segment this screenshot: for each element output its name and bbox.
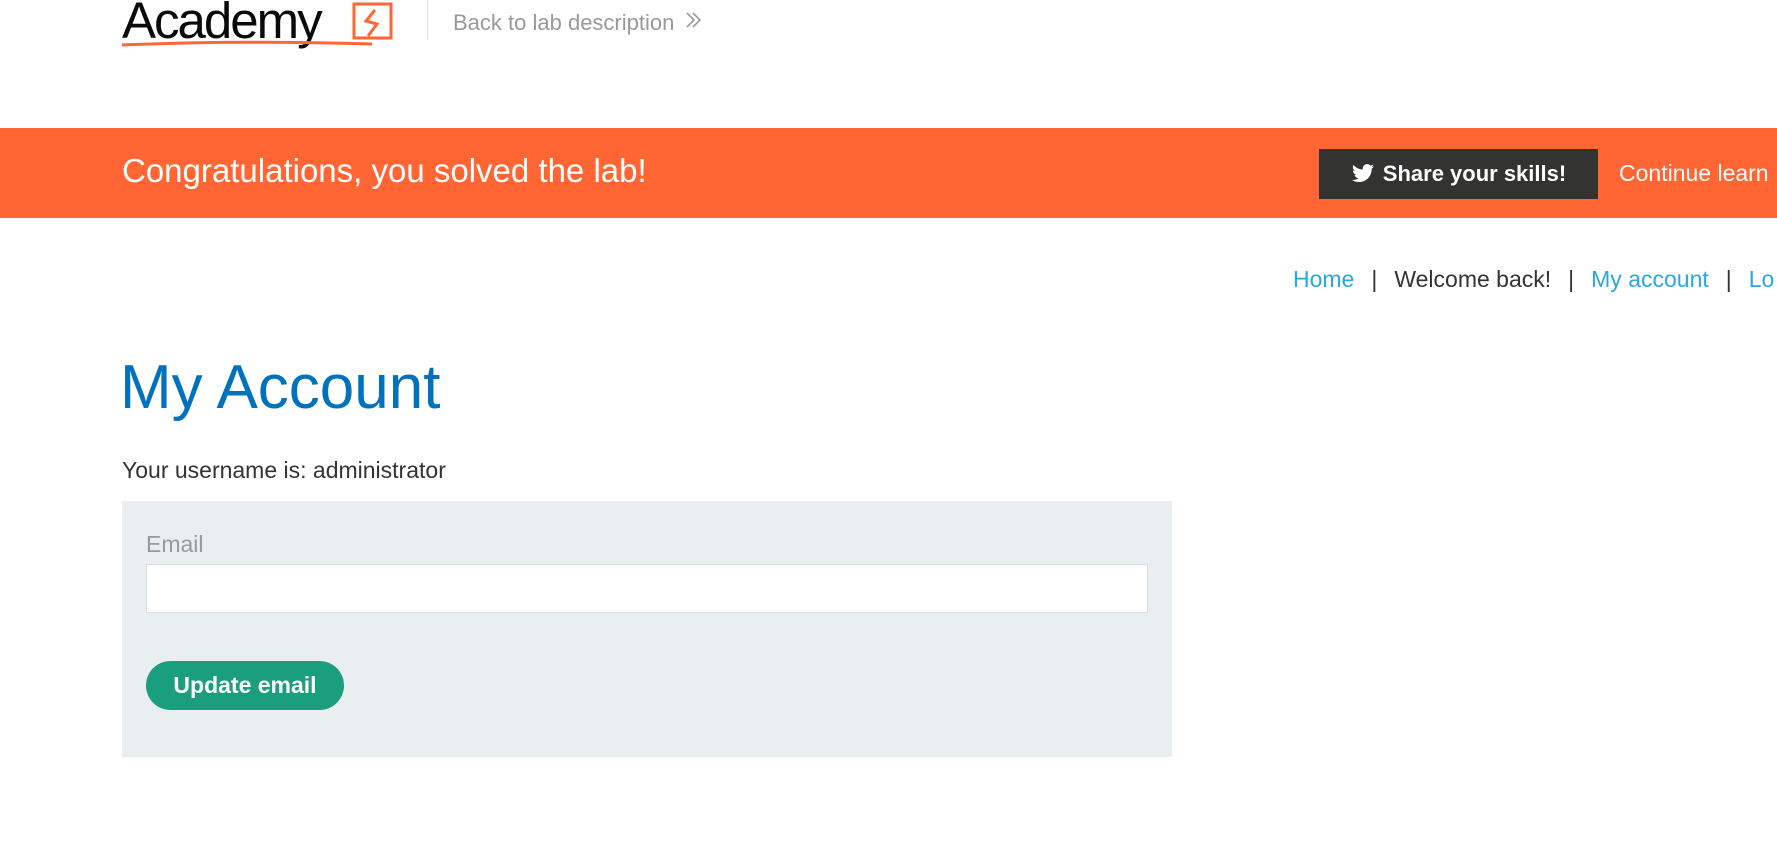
top-nav: Home | Welcome back! | My account | Lo bbox=[1293, 266, 1774, 293]
share-button-label: Share your skills! bbox=[1382, 161, 1567, 186]
share-skills-button[interactable]: Share your skills! bbox=[1319, 149, 1598, 199]
username-text: Your username is: administrator bbox=[122, 457, 446, 483]
nav-separator: | bbox=[1725, 266, 1732, 292]
change-email-form: Email Update email bbox=[122, 501, 1172, 757]
banner-message: Congratulations, you solved the lab! bbox=[122, 152, 647, 189]
update-email-button[interactable]: Update email bbox=[146, 661, 344, 710]
twitter-bird-icon bbox=[1351, 164, 1374, 182]
page-title: My Account bbox=[120, 353, 441, 422]
nav-separator: | bbox=[1568, 266, 1575, 292]
nav-logout-link[interactable]: Lo bbox=[1749, 266, 1775, 292]
email-field[interactable] bbox=[146, 564, 1148, 613]
top-header: Academy Back to lab description bbox=[0, 0, 1777, 128]
double-chevron-right-icon bbox=[684, 10, 704, 36]
solved-banner: Congratulations, you solved the lab! Sha… bbox=[0, 128, 1777, 218]
nav-home-link[interactable]: Home bbox=[1293, 266, 1354, 292]
nav-my-account-link[interactable]: My account bbox=[1591, 266, 1709, 292]
continue-learning-link[interactable]: Continue learn bbox=[1619, 160, 1769, 187]
nav-separator: | bbox=[1371, 266, 1378, 292]
email-label: Email bbox=[146, 531, 204, 557]
academy-logo[interactable]: Academy bbox=[121, 0, 402, 54]
header-divider bbox=[427, 0, 428, 40]
back-link-label: Back to lab description bbox=[453, 10, 675, 35]
welcome-text: Welcome back! bbox=[1394, 266, 1552, 292]
lightning-box-icon bbox=[121, 2, 393, 47]
page: Academy Back to lab description Congratu… bbox=[0, 0, 1777, 868]
back-to-lab-link[interactable]: Back to lab description bbox=[453, 10, 704, 36]
